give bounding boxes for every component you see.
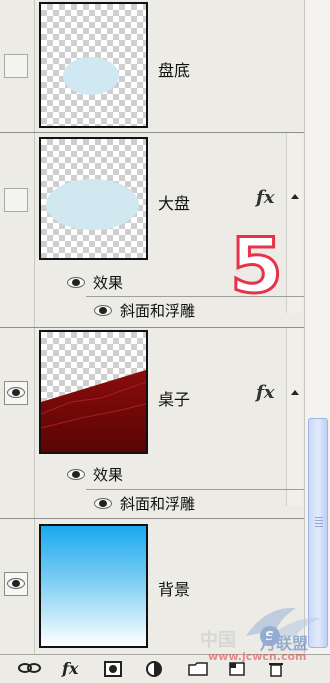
link-icon[interactable] [18, 661, 42, 679]
effect-eye-icon[interactable] [67, 469, 85, 480]
column-divider [34, 0, 35, 132]
layer-thumbnail-pandi [39, 2, 148, 128]
grip-line [315, 520, 323, 521]
layer-row-pandi[interactable]: 盘底 [0, 0, 304, 132]
scroll-up-arrow-icon[interactable] [291, 194, 299, 199]
column-divider [34, 133, 35, 327]
layer-thumbnail-beijing [39, 524, 148, 648]
visibility-toggle-beijing[interactable] [4, 572, 28, 596]
visibility-toggle-zhuozi[interactable] [4, 381, 28, 405]
bevel-emboss-eye-icon[interactable] [94, 498, 112, 509]
mask-icon[interactable] [104, 661, 122, 681]
effects-label: 效果 [93, 274, 124, 292]
layer-thumbnail-zhuozi [39, 330, 148, 454]
light-ellipse-shape [63, 57, 119, 95]
fx-icon[interactable]: fx [62, 659, 78, 678]
red-table-shape [41, 370, 146, 452]
watermark-logo: S 中国 月联盟 www.jcwcn.com [200, 596, 330, 666]
large-ellipse-shape [46, 179, 139, 230]
bevel-emboss-label: 斜面和浮雕 [120, 302, 196, 320]
layer-style-scrollbar[interactable] [286, 133, 302, 313]
scroll-up-arrow-icon[interactable] [291, 390, 299, 395]
effects-label: 效果 [93, 466, 124, 484]
effect-eye-icon[interactable] [67, 277, 85, 288]
layer-name-pandi: 盘底 [158, 61, 191, 80]
layers-panel: 盘底 大盘 fx 效果 斜面和浮雕 桌子 fx 效果 斜面和浮雕 背景 [0, 0, 304, 683]
layer-thumbnail-dapan [39, 137, 148, 260]
column-divider [34, 519, 35, 654]
eye-icon [7, 387, 25, 398]
grip-line [315, 526, 323, 527]
fx-icon[interactable]: fx [256, 382, 274, 403]
panel-scrollbar[interactable] [304, 0, 330, 683]
visibility-toggle-dapan[interactable] [4, 188, 28, 212]
eye-icon [7, 578, 25, 589]
watermark-site: www.jcwcn.com [208, 650, 307, 663]
layer-row-zhuozi[interactable]: 桌子 fx 效果 斜面和浮雕 [0, 328, 304, 518]
grip-line [315, 523, 323, 524]
effect-divider [86, 489, 304, 490]
layer-name-zhuozi: 桌子 [158, 390, 191, 409]
layer-style-scrollbar[interactable] [286, 328, 302, 506]
bevel-emboss-eye-icon[interactable] [94, 305, 112, 316]
fx-icon[interactable]: fx [256, 187, 274, 208]
watermark-line1: 中国 [200, 630, 236, 651]
bevel-emboss-label: 斜面和浮雕 [120, 495, 196, 513]
column-divider [34, 328, 35, 518]
grip-line [315, 517, 323, 518]
adjustment-icon[interactable] [146, 661, 164, 681]
annotation-number: 5 [229, 221, 285, 310]
layer-name-beijing: 背景 [158, 580, 191, 599]
layer-name-dapan: 大盘 [158, 194, 191, 213]
visibility-toggle-pandi[interactable] [4, 54, 28, 78]
